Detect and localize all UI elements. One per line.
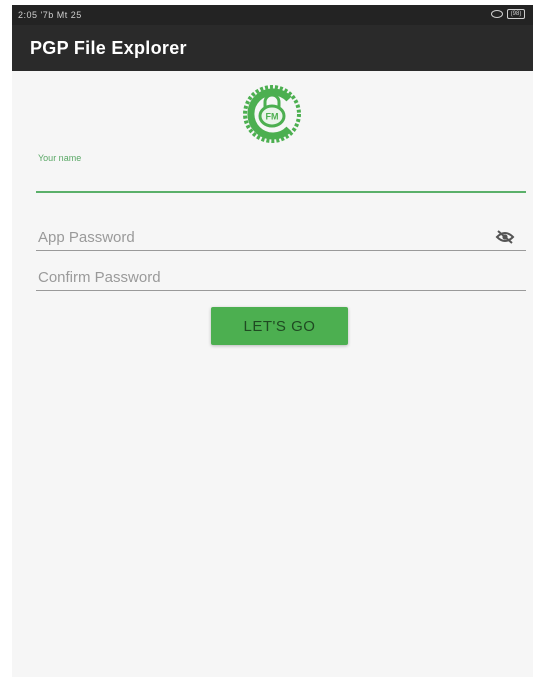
status-icons: (98) (491, 9, 525, 19)
name-label: Your name (38, 153, 82, 163)
status-time: 2:05 '7b Mt 25 (18, 10, 82, 20)
app-password-input[interactable] (36, 224, 526, 251)
lets-go-button[interactable]: LET'S GO (211, 307, 348, 345)
visibility-off-icon[interactable] (495, 229, 515, 245)
app-bar: PGP File Explorer (12, 25, 533, 71)
app-screen: 2:05 '7b Mt 25 (98) PGP File Explorer FM… (12, 5, 533, 677)
logo-text: FM (266, 112, 279, 122)
battery-icon: (98) (507, 9, 525, 19)
eye-icon (491, 10, 503, 18)
confirm-password-input[interactable] (36, 264, 526, 291)
status-bar: 2:05 '7b Mt 25 (98) (12, 5, 533, 25)
app-title: PGP File Explorer (30, 38, 187, 58)
name-input[interactable] (36, 165, 526, 193)
app-logo-icon: FM (243, 85, 301, 143)
